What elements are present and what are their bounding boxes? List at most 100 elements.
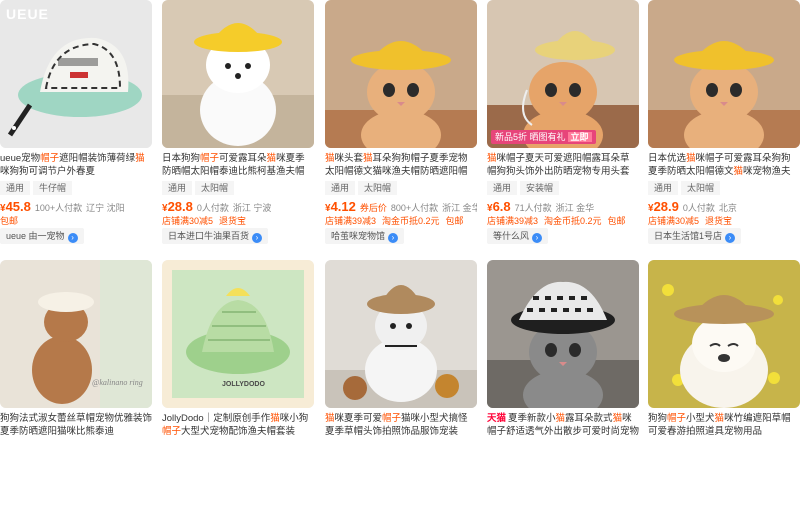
product-title[interactable]: 狗狗帽子小型犬猫咪竹编遮阳草帽可爱春游拍照道具宠物用品 [648,412,800,438]
product-title[interactable]: 狗狗法式淑女蕾丝草帽宠物优雅装饰夏季防晒遮阳猫咪比熊泰迪 [0,412,152,438]
promo-text: 新品5折 晒图有礼 [495,132,566,142]
attribute-tags: 通用 太阳帽 [162,181,314,195]
attribute-tag: 通用 [487,181,518,195]
title-text: 狗狗法式淑女蕾丝草帽宠物优雅装饰夏季防晒遮阳猫咪比熊泰迪 [0,413,152,437]
arrow-right-icon: › [252,233,263,243]
sales-count: 0人付款 [682,203,715,213]
product-image[interactable] [325,0,477,148]
title-keyword: 猫 [363,153,373,164]
title-text: 咪狗狗可调节户外春夏 [0,166,96,177]
location: 浙江 金华 [442,203,477,213]
product-image[interactable]: @kalinano ring [0,260,152,408]
product-title[interactable]: 猫咪头套猫耳朵狗狗帽子夏季宠物太阳帽德文猫咪渔夫帽防晒遮阳帽 [325,152,477,178]
promotion-badge: 包邮 [445,216,464,226]
title-text: 日本优选 [648,153,687,164]
product-card[interactable]: 日本优选猫咪帽子可爱露耳朵狗狗夏季防晒太阳帽德文猫咪宠物渔夫帽通用太阳帽¥28.… [648,0,800,250]
product-card[interactable]: 猫咪夏季可爱帽子猫咪小型犬搞怪夏季草帽头饰拍照饰品服饰宠装 [325,260,477,510]
title-text: JollyDodo｜定制原创手作 [162,413,271,424]
product-image[interactable] [325,260,477,408]
title-text: ueue宠物 [0,153,41,164]
title-text: 夏季新款小 [508,413,556,424]
title-keyword: 猫 [555,413,566,424]
product-card[interactable]: JOLLYDODO JollyDodo｜定制原创手作猫咪小狗帽子大型犬宠物配饰渔夫… [162,260,314,510]
shop-name: 哈茧咪宠物馆 [331,231,386,241]
arrow-right-icon: › [388,233,399,243]
product-title[interactable]: ueue宠物帽子遮阳帽装饰薄荷绿猫咪狗狗可调节户外春夏 [0,152,152,178]
title-text: 咪夏季可爱 [334,413,383,424]
attribute-tag: 通用 [0,181,31,195]
product-title[interactable]: 日本优选猫咪帽子可爱露耳朵狗狗夏季防晒太阳帽德文猫咪宠物渔夫帽 [648,152,800,178]
product-image[interactable] [162,0,314,148]
product-card[interactable]: 新品5折 晒图有礼 立即猫咪帽子夏天可爱遮阳帽露耳朵草帽狗狗头饰外出防晒宠物专用头… [487,0,639,250]
after-coupon-label: 券后价 [359,203,387,213]
price-row: ¥4.12 券后价 800+人付款 浙江 金华 [325,199,477,214]
shop-link[interactable]: 哈茧咪宠物馆 › [325,228,405,244]
product-card[interactable]: 天猫夏季新款小猫露耳朵款式猫咪帽子舒适透气外出散步可爱时尚宠物帽 [487,260,639,510]
title-text: 日本狗狗 [162,153,201,164]
shop-name: 日本进口牛油果百货 [168,231,250,241]
attribute-tag: 通用 [648,181,679,195]
title-keyword: 帽子 [382,413,402,424]
product-title[interactable]: 日本狗狗帽子可爱露耳朵猫咪夏季防晒帽太阳帽泰迪比熊柯基渔夫帽 [162,152,314,178]
product-card[interactable]: UEUE ueue宠物帽子遮阳帽装饰薄荷绿猫咪狗狗可调节户外春夏通用 牛仔帽 ¥45.… [0,0,152,250]
title-text: 狗狗 [648,413,668,424]
attribute-tag: 通用 [162,181,193,195]
price-value: 6.8 [492,199,511,214]
product-image[interactable] [648,0,800,148]
promotion-badge: 店铺满39减3 [487,216,539,226]
shop-name: 日本生活馆1号店 [654,231,723,241]
promotion-badge: 店铺满30减5 [648,216,700,226]
location: 浙江 宁波 [232,203,272,213]
product-title[interactable]: 猫咪帽子夏天可爱遮阳帽露耳朵草帽狗狗头饰外出防晒宠物专用头套 [487,152,639,178]
product-grid: UEUE ueue宠物帽子遮阳帽装饰薄荷绿猫咪狗狗可调节户外春夏 通用 牛仔帽 ¥45.… [0,0,800,445]
svg-text:JOLLYDODO: JOLLYDODO [222,381,265,388]
promotion-badges: 店铺满39减3 淘金币抵0.2元 包邮 [325,214,477,227]
promotion-badge: 退货宝 [705,216,733,226]
product-image[interactable]: JOLLYDODO [162,260,314,408]
promotion-badge: 包邮 [0,216,19,226]
product-card[interactable]: 狗狗帽子小型犬猫咪竹编遮阳草帽可爱春游拍照道具宠物用品 [648,260,800,510]
promo-banner: 新品5折 晒图有礼 立即 [491,130,596,144]
title-keyword: 猫 [714,413,725,424]
svg-text:@kalinano ring: @kalinano ring [92,378,143,387]
arrow-right-icon: › [725,233,736,243]
title-text: 咪头套 [334,153,364,164]
shop-link[interactable]: 等什么风 › [487,228,549,244]
price: ¥4.12 [325,199,356,214]
promo-button[interactable]: 立即 [567,132,592,142]
price: ¥6.8 [487,199,511,214]
title-text: 咪帽子夏天可爱遮阳帽露耳朵草帽狗狗头饰外出防晒宠物专用头套 [487,153,630,177]
shop-link[interactable]: 日本进口牛油果百货 › [162,228,269,244]
tmall-badge: 天猫 [487,413,507,424]
product-card[interactable]: 猫咪头套猫耳朵狗狗帽子夏季宠物太阳帽德文猫咪渔夫帽防晒遮阳帽 通用 太阳帽 ¥4.12… [325,0,477,250]
price: ¥28.9 [648,199,679,214]
promotion-badge: 退货宝 [219,216,247,226]
shop-link[interactable]: ueue 由一宠物 › [0,228,84,244]
attribute-tag: 牛仔帽 [33,181,73,195]
price-row: ¥6.8 71人付款 浙江 金华 [487,199,639,214]
product-card[interactable]: 日本狗狗帽子可爱露耳朵猫咪夏季防晒帽太阳帽泰迪比熊柯基渔夫帽通用 太阳帽 ¥28.8… [162,0,314,250]
price: ¥28.8 [162,199,193,214]
product-card[interactable]: @kalinano ring 狗狗法式淑女蕾丝草帽宠物优雅装饰夏季防晒遮阳猫咪比熊… [0,260,152,510]
title-keyword: 帽子 [162,426,182,437]
product-title[interactable]: 天猫夏季新款小猫露耳朵款式猫咪帽子舒适透气外出散步可爱时尚宠物帽 [487,412,639,438]
title-keyword: 帽子 [200,153,220,164]
shop-link[interactable]: 日本生活馆1号店 › [648,228,742,244]
title-keyword: 帽子 [40,153,60,164]
shop-name: 等什么风 [493,231,530,241]
product-image[interactable] [487,260,639,408]
product-title[interactable]: JollyDodo｜定制原创手作猫咪小狗帽子大型犬宠物配饰渔夫帽套装 [162,412,314,438]
location: 辽宁 沈阳 [86,203,125,213]
sales-count: 100+人付款 [34,203,83,213]
product-image[interactable]: 新品5折 晒图有礼 立即 [487,0,639,148]
promotion-badge: 店铺满30减5 [162,216,214,226]
promotion-badges: 店铺满30减5 退货宝 [648,214,800,227]
product-image[interactable]: UEUE [0,0,152,148]
product-image[interactable] [648,260,800,408]
attribute-tags: 通用 安装帽 [487,181,639,195]
product-title[interactable]: 猫咪夏季可爱帽子猫咪小型犬搞怪夏季草帽头饰拍照饰品服饰宠装 [325,412,477,438]
title-text: 露耳朵款式 [565,413,613,424]
price-row: ¥45.8 100+人付款 辽宁 沈阳 [0,199,152,214]
price-value: 45.8 [5,199,31,214]
promotion-badge: 淘金币抵0.2元 [382,216,440,226]
